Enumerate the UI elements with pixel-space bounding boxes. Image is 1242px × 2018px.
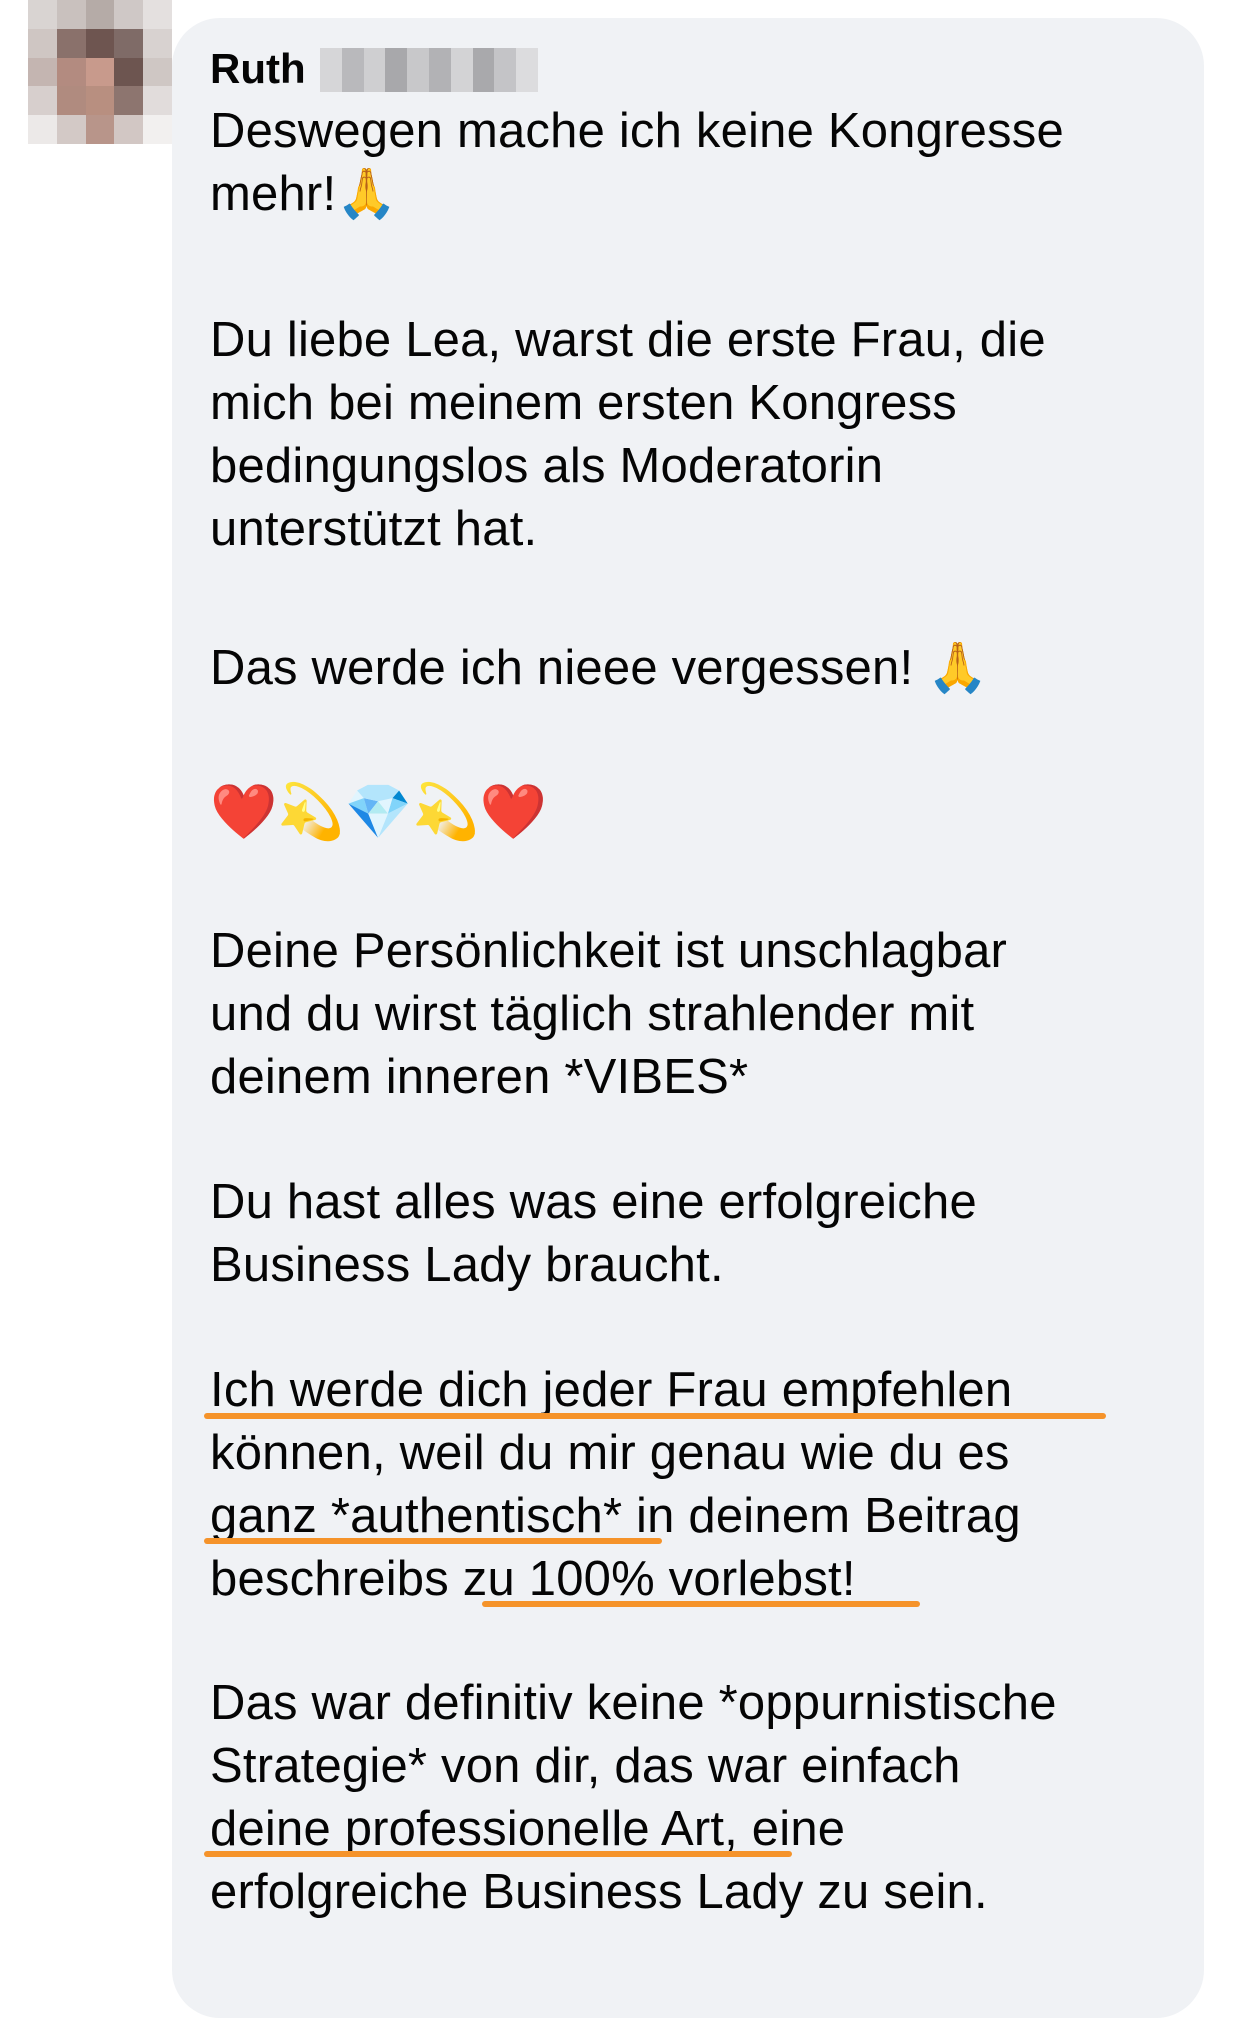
- comment-text-line: Strategie* von dir, das war einfach: [210, 1739, 961, 1793]
- comment-text-line: bedingungslos als Moderatorin: [210, 439, 884, 493]
- redacted-author-last-name: [320, 48, 538, 92]
- comment-text-line: Deswegen mache ich keine Kongresse: [210, 104, 1064, 158]
- highlight-underline: [204, 1538, 662, 1544]
- comment-text-line: mehr!🙏: [210, 167, 398, 221]
- comment-text-line: Deine Persönlichkeit ist unschlagbar: [210, 924, 1008, 978]
- comment-text-line: Das war definitiv keine *oppurnistische: [210, 1676, 1057, 1730]
- comment-text-line: und du wirst täglich strahlender mit: [210, 987, 975, 1041]
- emoji-row: ❤️💫💎💫❤️: [210, 780, 548, 843]
- highlight-underline: [204, 1413, 1106, 1419]
- comment-text-line: können, weil du mir genau wie du es: [210, 1426, 1010, 1480]
- comment-text-line: erfolgreiche Business Lady zu sein.: [210, 1865, 988, 1919]
- comment-text-line: Business Lady braucht.: [210, 1238, 724, 1292]
- highlight-underline: [204, 1851, 792, 1857]
- highlight-underline: [482, 1601, 920, 1607]
- comment-text-line: deinem inneren *VIBES*: [210, 1050, 749, 1104]
- comment-text-line: Das werde ich nieee vergessen! 🙏: [210, 641, 989, 695]
- comment-author-name[interactable]: Ruth: [210, 42, 306, 96]
- comment-text-line: mich bei meinem ersten Kongress: [210, 376, 957, 430]
- avatar[interactable]: [28, 0, 172, 144]
- comment-text-line: Du hast alles was eine erfolgreiche: [210, 1175, 977, 1229]
- comment-text-line: unterstützt hat.: [210, 502, 538, 556]
- comment-text-line: Du liebe Lea, warst die erste Frau, die: [210, 313, 1046, 367]
